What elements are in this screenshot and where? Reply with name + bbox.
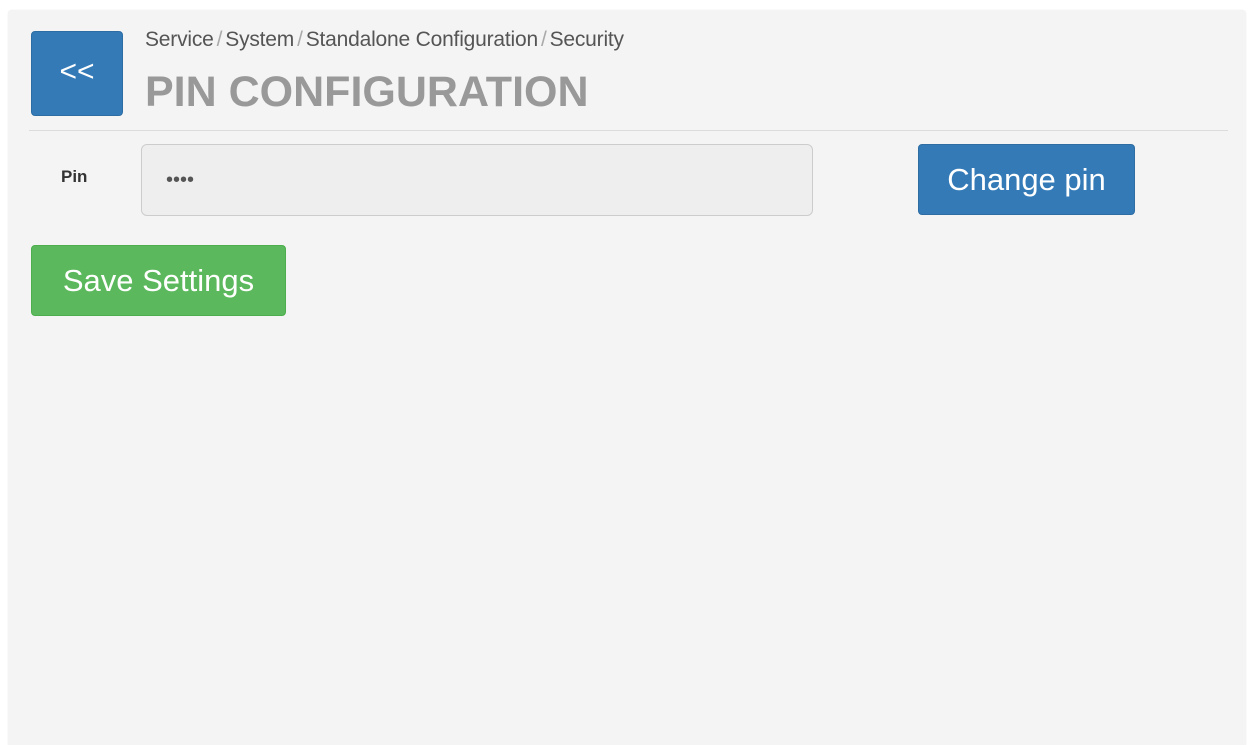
breadcrumb-separator: / — [297, 28, 303, 51]
breadcrumb: Service / System / Standalone Configuration /… — [145, 28, 624, 52]
configuration-panel: << Service / System / Standalone Configurati… — [8, 10, 1246, 745]
breadcrumb-item-standalone-configuration[interactable]: Standalone Configuration — [306, 28, 538, 51]
breadcrumb-separator: / — [540, 28, 547, 51]
save-settings-button[interactable]: Save Settings — [31, 245, 286, 316]
breadcrumb-item-service[interactable]: Service — [145, 28, 214, 51]
breadcrumb-item-security: Security — [549, 28, 624, 51]
change-pin-button[interactable]: Change pin — [918, 144, 1135, 215]
pin-label: Pin — [61, 167, 88, 186]
back-button[interactable]: << — [31, 31, 123, 116]
page-title: PIN CONFIGURATION — [145, 68, 589, 116]
pin-field[interactable] — [141, 144, 813, 216]
breadcrumb-separator: / — [216, 28, 223, 51]
header-divider — [29, 130, 1228, 131]
breadcrumb-item-system[interactable]: System — [225, 28, 294, 51]
